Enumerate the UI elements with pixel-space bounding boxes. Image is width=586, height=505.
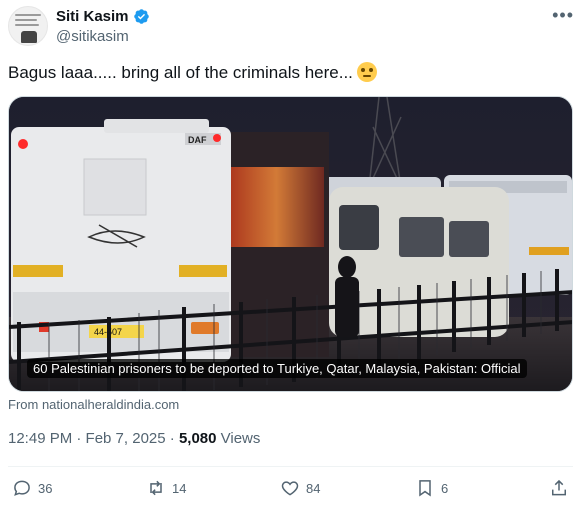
views-label: Views	[216, 430, 261, 447]
verified-badge-icon	[133, 9, 149, 24]
tweet-header: Siti Kasim @sitikasim •••	[8, 6, 578, 50]
reply-count: 36	[38, 480, 53, 496]
display-name[interactable]: Siti Kasim	[56, 8, 129, 25]
like-count: 84	[306, 480, 321, 496]
face-with-rolling-eyes-icon	[356, 62, 377, 82]
tweet-text-body: Bagus laaa..... bring all of the crimina…	[8, 63, 353, 82]
tweet-meta: 12:49 PM · Feb 7, 2025 · 5,080 Views	[8, 430, 260, 447]
bookmark-count: 6	[441, 480, 449, 496]
tweet-media-image[interactable]: DAF 44-507	[8, 96, 573, 392]
share-icon	[552, 479, 566, 496]
views-count: 5,080	[178, 430, 217, 447]
repost-button[interactable]: 14	[146, 478, 186, 498]
more-options-icon[interactable]: •••	[552, 6, 574, 24]
timestamp[interactable]: 12:49 PM · Feb 7, 2025 ·	[8, 430, 179, 447]
bookmark-button[interactable]: 6	[415, 478, 448, 498]
share-button[interactable]	[549, 478, 569, 498]
action-bar: 36 14 84 6	[8, 478, 573, 502]
media-caption: 60 Palestinian prisoners to be deported …	[27, 359, 527, 378]
buses-photo: DAF 44-507	[9, 97, 572, 391]
reply-button[interactable]: 36	[12, 478, 52, 498]
divider	[8, 466, 573, 467]
bus-brand-label: DAF	[188, 135, 207, 145]
link-source[interactable]: From nationalheraldindia.com	[8, 397, 179, 412]
like-button[interactable]: 84	[280, 478, 320, 498]
repost-icon	[150, 480, 162, 496]
avatar[interactable]	[8, 6, 48, 46]
tweet-text: Bagus laaa..... bring all of the crimina…	[8, 62, 377, 83]
reply-icon	[14, 480, 30, 496]
user-handle[interactable]: @sitikasim	[56, 28, 129, 45]
repost-count: 14	[172, 480, 187, 496]
bookmark-icon	[419, 480, 431, 497]
name-row: Siti Kasim	[56, 8, 150, 25]
heart-icon	[281, 481, 299, 496]
